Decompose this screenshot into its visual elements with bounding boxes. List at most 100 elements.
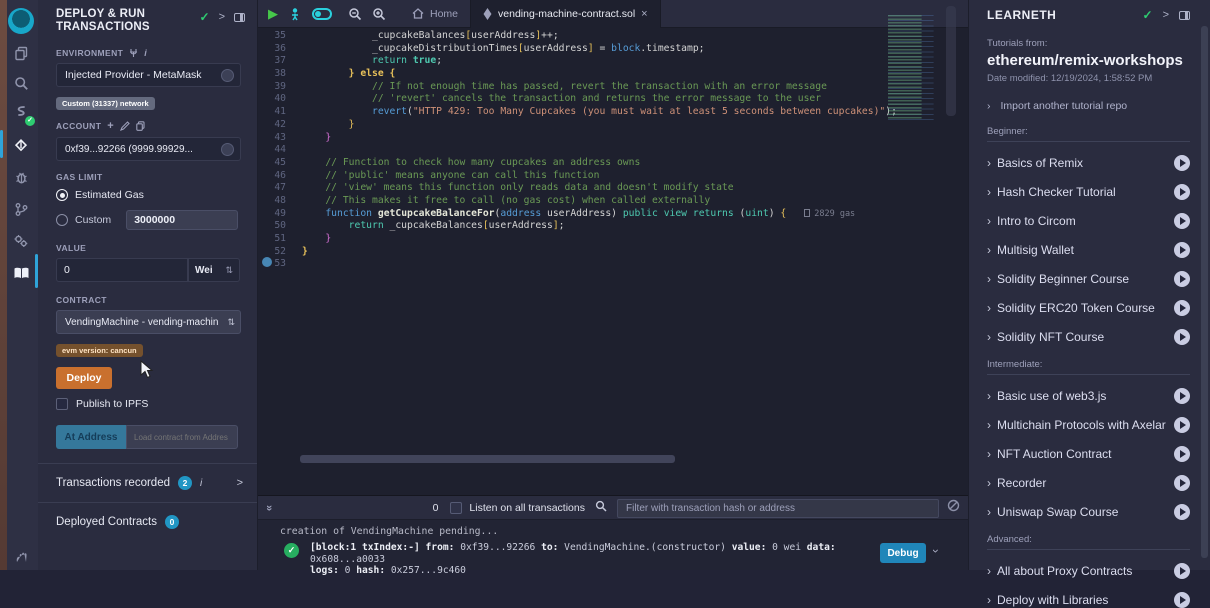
minimap[interactable] [888,15,936,120]
tutorial-item[interactable]: ›Deploy with Libraries [987,592,1190,608]
tutorial-item[interactable]: ›Multisig Wallet [987,242,1190,258]
line-number[interactable]: 51 [258,233,302,246]
plug-icon[interactable] [129,48,138,58]
line-number[interactable]: 41 [258,106,302,119]
tx-summary[interactable]: [block:1 txIndex:-] from: 0xf39...92266 … [310,542,870,577]
code-line[interactable]: 41 revert("HTTP 429: Too Many Cupcakes (… [258,106,898,119]
code-line[interactable]: 39 // If not enough time has passed, rev… [258,81,898,94]
code-line[interactable]: 49 function getCupcakeBalanceFor(address… [258,208,898,221]
tutorial-item[interactable]: ›Recorder [987,475,1190,491]
play-tutorial-button[interactable] [1174,300,1190,316]
tutorial-item[interactable]: ›Uniswap Swap Course [987,504,1190,520]
line-number[interactable]: 49 [258,208,302,221]
estimated-gas-radio[interactable] [56,189,68,201]
account-select[interactable]: 0xf39...92266 (9999.99929... [56,137,241,161]
code-line[interactable]: 36 _cupcakeDistributionTimes[userAddress… [258,43,898,56]
value-input[interactable] [56,258,188,282]
sign-message-icon[interactable] [120,121,130,131]
line-number[interactable]: 48 [258,195,302,208]
custom-gas-input[interactable] [126,210,238,230]
play-tutorial-button[interactable] [1174,155,1190,171]
code-line[interactable]: 40 // 'revert' cancels the transaction a… [258,93,898,106]
at-address-button[interactable]: At Address [56,425,126,449]
play-tutorial-button[interactable] [1174,475,1190,491]
line-number[interactable]: 43 [258,132,302,145]
deploy-button[interactable]: Deploy [56,367,112,389]
value-unit-select[interactable]: Wei ⇅ [188,258,240,282]
line-number[interactable]: 46 [258,170,302,183]
code-line[interactable]: 48 // This makes it free to call (no gas… [258,195,898,208]
learneth-icon[interactable] [10,262,32,284]
code-line[interactable]: 50 return _cupcakeBalances[userAddress]; [258,220,898,233]
tutorial-item[interactable]: ›Basics of Remix [987,155,1190,171]
run-script-icon[interactable]: ▶ [268,6,278,22]
zoom-in-icon[interactable] [372,7,386,21]
contract-select[interactable]: VendingMachine - vending-machin ⇅ [56,310,241,334]
code-line[interactable]: 51 } [258,233,898,246]
code-line[interactable]: 45 // Function to check how many cupcake… [258,157,898,170]
deploy-and-run-icon[interactable] [10,134,32,156]
code-line[interactable]: 37 return true; [258,55,898,68]
line-number[interactable]: 38 [258,68,302,81]
toggle-icon[interactable] [312,8,332,20]
tutorial-item[interactable]: ›Intro to Circom [987,213,1190,229]
play-tutorial-button[interactable] [1174,417,1190,433]
import-repo-row[interactable]: › Import another tutorial repo [987,100,1190,112]
chevron-right-icon[interactable]: > [219,11,225,23]
code-line[interactable]: 43 } [258,132,898,145]
line-number[interactable]: 39 [258,81,302,94]
play-tutorial-button[interactable] [1174,213,1190,229]
chevron-right-icon[interactable]: > [1163,9,1169,21]
line-number[interactable]: 36 [258,43,302,56]
pin-panel-icon[interactable] [1179,11,1190,20]
deployed-contracts-row[interactable]: Deployed Contracts 0 [38,503,257,541]
play-tutorial-button[interactable] [1174,592,1190,608]
environment-select[interactable]: Injected Provider - MetaMask [56,63,241,87]
line-number[interactable]: 40 [258,93,302,106]
code-line[interactable]: 44 [258,144,898,157]
tutorial-item[interactable]: ›Solidity NFT Course [987,329,1190,345]
add-account-icon[interactable]: + [107,120,114,132]
solidity-compiler-icon[interactable]: ✓ [10,102,32,124]
code-line[interactable]: 42 } [258,119,898,132]
account-settings-icon[interactable] [221,143,234,156]
expand-terminal-icon[interactable]: » [263,504,275,510]
tutorial-item[interactable]: ›All about Proxy Contracts [987,563,1190,579]
line-number[interactable]: 37 [258,55,302,68]
tx-expand-chevron-icon[interactable]: › [929,549,943,553]
play-tutorial-button[interactable] [1174,504,1190,520]
editor-vertical-scrollbar[interactable] [946,6,956,116]
code-line[interactable]: 52} [258,246,898,259]
copy-icon[interactable] [136,121,145,131]
line-number[interactable]: 45 [258,157,302,170]
tutorial-item[interactable]: ›Multichain Protocols with Axelar [987,417,1190,433]
publish-ipfs-checkbox[interactable] [56,398,68,410]
breakpoint-dot[interactable] [262,257,272,267]
code-line[interactable]: 46 // 'public' means anyone can call thi… [258,170,898,183]
line-number[interactable]: 35 [258,30,302,43]
code-line[interactable]: 35 _cupcakeBalances[userAddress]++; [258,30,898,43]
environment-settings-icon[interactable] [221,69,234,82]
remix-logo-icon[interactable] [8,8,34,34]
info-icon[interactable]: i [144,48,147,58]
tutorial-item[interactable]: ›Solidity ERC20 Token Course [987,300,1190,316]
expand-chevron-icon[interactable]: > [237,477,243,489]
play-tutorial-button[interactable] [1174,242,1190,258]
play-tutorial-button[interactable] [1174,563,1190,579]
play-tutorial-button[interactable] [1174,184,1190,200]
play-tutorial-button[interactable] [1174,329,1190,345]
transactions-recorded-row[interactable]: Transactions recorded 2 i > [38,464,257,502]
info-icon[interactable]: i [200,478,202,489]
debug-button[interactable]: Debug [880,543,926,563]
line-number[interactable]: 50 [258,220,302,233]
tutorial-item[interactable]: ›Hash Checker Tutorial [987,184,1190,200]
line-number[interactable]: 47 [258,182,302,195]
plugin-manager-icon[interactable] [10,230,32,252]
search-icon[interactable] [10,72,32,94]
code-line[interactable]: 47 // 'view' means this function only re… [258,182,898,195]
file-explorer-icon[interactable] [10,42,32,64]
listen-all-checkbox[interactable] [450,502,462,514]
tutorial-item[interactable]: ›NFT Auction Contract [987,446,1190,462]
tab-active-file[interactable]: vending-machine-contract.sol × [470,0,661,28]
hand-icon[interactable] [10,546,32,568]
